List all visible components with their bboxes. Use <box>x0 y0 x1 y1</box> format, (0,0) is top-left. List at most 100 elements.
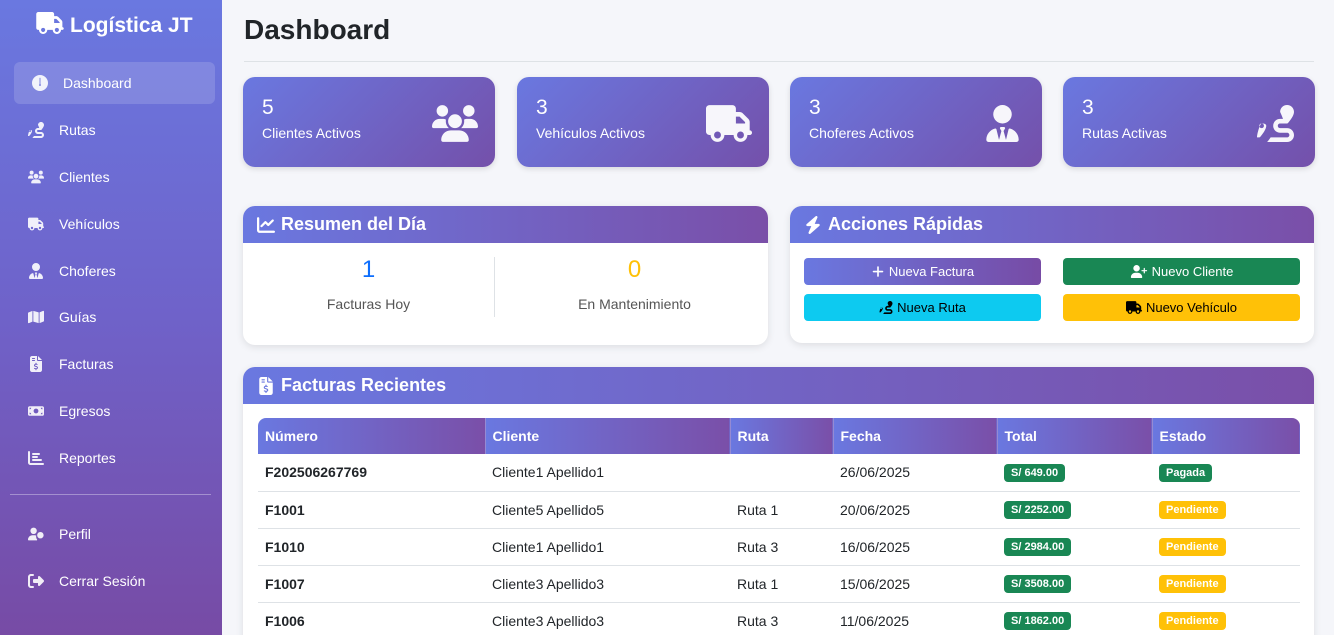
sidebar-item-choferes[interactable]: Choferes <box>14 250 215 292</box>
table-row[interactable]: F1010 Cliente1 Apellido1 Ruta 3 16/06/20… <box>258 528 1300 566</box>
column-header-numero[interactable]: Número <box>258 418 486 454</box>
status-badge: Pendiente <box>1159 538 1226 556</box>
sidebar-item-vehiculos[interactable]: Vehículos <box>14 203 215 245</box>
brand[interactable]: Logística JT <box>36 12 193 40</box>
sidebar-item-cerrar-sesion[interactable]: Cerrar Sesión <box>14 560 215 602</box>
table-row[interactable]: F1006 Cliente3 Apellido3 Ruta 3 11/06/20… <box>258 602 1300 635</box>
quick-actions-header: Acciones Rápidas <box>790 206 1314 243</box>
user-tie-icon <box>27 262 45 280</box>
title-divider <box>244 61 1314 62</box>
users-icon <box>27 168 45 186</box>
invoice-route: Ruta 3 <box>730 528 833 566</box>
total-badge: S/ 2984.00 <box>1004 538 1072 556</box>
money-icon <box>27 402 45 420</box>
stat-value: 3 <box>809 96 821 119</box>
summary-value: 1 <box>361 256 376 283</box>
invoice-date: 16/06/2025 <box>833 528 997 566</box>
stat-value: 5 <box>262 96 274 119</box>
stat-card-rutas: 3 Rutas Activas <box>1063 77 1315 167</box>
column-header-cliente[interactable]: Cliente <box>485 418 731 454</box>
table-header-row: Número Cliente Ruta Fecha Total Estado <box>258 418 1300 454</box>
column-header-ruta[interactable]: Ruta <box>730 418 834 454</box>
summary-caption: Facturas Hoy <box>326 296 411 312</box>
invoice-date: 20/06/2025 <box>833 491 997 529</box>
truck-icon <box>705 103 753 143</box>
invoice-date: 15/06/2025 <box>833 565 997 603</box>
stat-value: 3 <box>1082 96 1094 119</box>
invoice-client: Cliente3 Apellido3 <box>485 602 730 635</box>
logout-icon <box>27 572 45 590</box>
total-badge: S/ 3508.00 <box>1004 575 1072 593</box>
recent-invoices-header: Facturas Recientes <box>243 367 1314 404</box>
chart-icon <box>27 449 45 467</box>
status-badge: Pendiente <box>1159 612 1226 630</box>
sidebar: Logística JT Dashboard Rutas Clientes Ve… <box>0 0 222 635</box>
quick-actions-title: Acciones Rápidas <box>828 214 984 234</box>
stat-card-clientes: 5 Clientes Activos <box>243 77 495 167</box>
quick-actions-panel: Acciones Rápidas Nueva Factura Nuevo Cli… <box>790 206 1314 343</box>
table-row[interactable]: F1007 Cliente3 Apellido3 Ruta 1 15/06/20… <box>258 565 1300 603</box>
summary-caption: En Mantenimiento <box>578 296 691 312</box>
sidebar-item-clientes[interactable]: Clientes <box>14 156 215 198</box>
invoice-client: Cliente3 Apellido3 <box>485 565 730 603</box>
sidebar-item-facturas[interactable]: Facturas <box>14 343 215 385</box>
brand-name: Logística JT <box>70 14 193 37</box>
sidebar-item-dashboard[interactable]: Dashboard <box>14 62 215 104</box>
invoice-number: F1007 <box>258 565 485 603</box>
stat-label: Rutas Activas <box>1082 125 1167 141</box>
summary-divider <box>494 257 495 317</box>
invoice-client: Cliente5 Apellido5 <box>485 491 730 529</box>
map-icon <box>27 308 45 326</box>
route-icon <box>27 121 45 139</box>
table-row[interactable]: F1001 Cliente5 Apellido5 Ruta 1 20/06/20… <box>258 491 1300 529</box>
invoice-icon <box>27 355 45 373</box>
stat-value: 3 <box>536 96 548 119</box>
invoice-client: Cliente1 Apellido1 <box>485 528 730 566</box>
total-badge: S/ 649.00 <box>1004 463 1066 482</box>
summary-facturas-hoy: 1 Facturas Hoy <box>243 256 494 312</box>
user-tie-icon <box>978 103 1026 143</box>
user-gear-icon <box>27 525 45 543</box>
sidebar-item-reportes[interactable]: Reportes <box>14 437 215 479</box>
total-badge: S/ 1862.00 <box>1004 612 1072 630</box>
invoice-route: Ruta 3 <box>730 602 833 635</box>
new-vehicle-button[interactable]: Nuevo Vehículo <box>1063 294 1300 321</box>
truck-icon <box>36 12 64 40</box>
new-route-button[interactable]: Nueva Ruta <box>804 294 1041 321</box>
summary-value: 0 <box>627 256 642 283</box>
total-badge: S/ 2252.00 <box>1004 501 1072 519</box>
column-header-fecha[interactable]: Fecha <box>833 418 998 454</box>
status-badge: Pendiente <box>1159 501 1226 519</box>
sidebar-item-guias[interactable]: Guías <box>14 296 215 338</box>
invoice-icon <box>259 376 273 395</box>
invoice-number: F1006 <box>258 602 485 635</box>
stat-label: Choferes Activos <box>809 125 915 141</box>
new-invoice-button[interactable]: Nueva Factura <box>804 258 1041 285</box>
invoice-date: 11/06/2025 <box>833 602 997 635</box>
stat-card-choferes: 3 Choferes Activos <box>790 77 1042 167</box>
user-plus-icon <box>1130 265 1147 278</box>
column-header-estado[interactable]: Estado <box>1152 418 1300 454</box>
chart-line-icon <box>257 216 275 233</box>
new-client-button[interactable]: Nuevo Cliente <box>1063 258 1300 285</box>
sidebar-item-egresos[interactable]: Egresos <box>14 390 215 432</box>
invoice-number: F1010 <box>258 528 485 566</box>
invoice-route: Ruta 1 <box>730 565 833 603</box>
sidebar-item-perfil[interactable]: Perfil <box>14 513 215 555</box>
users-icon <box>431 103 479 143</box>
route-icon <box>1251 103 1299 143</box>
status-badge: Pendiente <box>1159 575 1226 593</box>
invoice-route: Ruta 1 <box>730 491 833 529</box>
recent-invoices-panel: Facturas Recientes Número Cliente Ruta F… <box>243 367 1314 635</box>
invoice-route <box>730 454 833 492</box>
truck-icon <box>27 215 45 233</box>
stat-label: Clientes Activos <box>262 125 361 141</box>
route-icon <box>879 301 893 314</box>
column-header-total[interactable]: Total <box>997 418 1153 454</box>
sidebar-divider <box>10 494 211 495</box>
sidebar-item-rutas[interactable]: Rutas <box>14 109 215 151</box>
summary-header: Resumen del Día <box>243 206 768 243</box>
bolt-icon <box>806 215 820 234</box>
invoices-table: Número Cliente Ruta Fecha Total Estado F… <box>258 418 1300 635</box>
table-row[interactable]: F202506267769 Cliente1 Apellido1 26/06/2… <box>258 454 1300 492</box>
